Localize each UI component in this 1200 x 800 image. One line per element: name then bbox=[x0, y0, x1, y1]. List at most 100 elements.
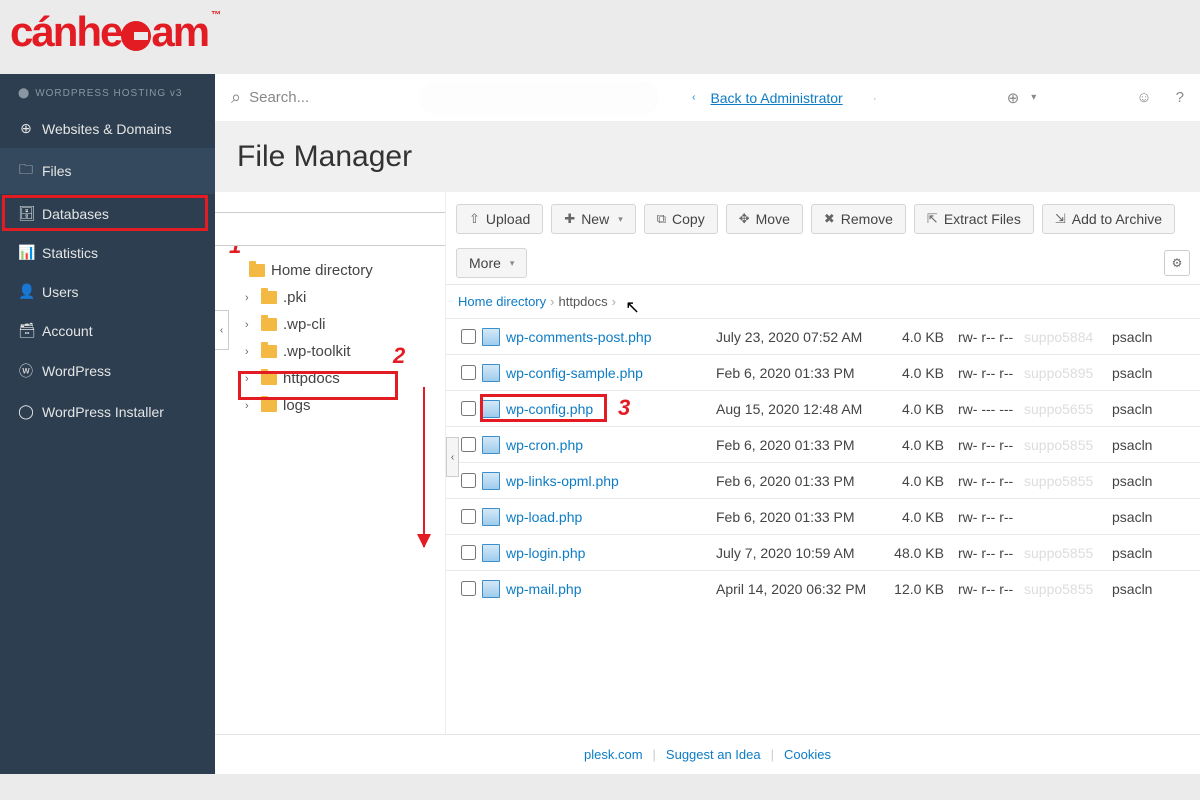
toolbar: ⇧Upload ✚New ⧉Copy ✥Move ✖Remove ⇱Extrac… bbox=[446, 192, 1200, 285]
row-checkbox[interactable] bbox=[461, 365, 476, 380]
file-size: 4.0 KB bbox=[886, 329, 944, 345]
file-date: Aug 15, 2020 12:48 AM bbox=[716, 401, 886, 417]
file-owner: suppo5895 bbox=[1024, 365, 1112, 381]
file-size: 4.0 KB bbox=[886, 509, 944, 525]
sidebar-item-label: Websites & Domains bbox=[42, 121, 172, 137]
annotation-label-2: 2 bbox=[393, 343, 405, 369]
global-search[interactable]: ⌕Search... bbox=[231, 87, 309, 108]
file-list: wp-comments-post.phpJuly 23, 2020 07:52 … bbox=[446, 318, 1200, 734]
folder-icon bbox=[261, 399, 277, 412]
filename-search[interactable] bbox=[215, 212, 445, 246]
footer-link-cookies[interactable]: Cookies bbox=[784, 747, 831, 762]
file-group: psacln bbox=[1112, 401, 1164, 417]
file-name[interactable]: wp-links-opml.php bbox=[506, 473, 716, 489]
row-checkbox[interactable] bbox=[461, 401, 476, 416]
row-checkbox[interactable] bbox=[461, 473, 476, 488]
sidebar-item-statistics[interactable]: 📊Statistics bbox=[0, 233, 215, 272]
settings-button[interactable]: ⚙ bbox=[1164, 250, 1190, 276]
file-name[interactable]: wp-config-sample.php bbox=[506, 365, 716, 381]
sidebar-item-users[interactable]: 👤Users bbox=[0, 272, 215, 311]
file-date: July 23, 2020 07:52 AM bbox=[716, 329, 886, 345]
row-checkbox[interactable] bbox=[461, 545, 476, 560]
file-name[interactable]: wp-cron.php bbox=[506, 437, 716, 453]
file-date: April 14, 2020 06:32 PM bbox=[716, 581, 886, 597]
file-date: July 7, 2020 10:59 AM bbox=[716, 545, 886, 561]
file-perm: rw- r-- r-- bbox=[944, 509, 1024, 525]
crumb-current: httpdocs bbox=[558, 294, 607, 309]
table-row: wp-cron.phpFeb 6, 2020 01:33 PM4.0 KBrw-… bbox=[446, 426, 1200, 462]
footer-link-plesk[interactable]: plesk.com bbox=[584, 747, 643, 762]
tree-item-wptoolkit[interactable]: ›.wp-toolkit bbox=[215, 338, 445, 365]
sidebar: ⬤WORDPRESS HOSTING v3 ⊕Websites & Domain… bbox=[0, 74, 215, 774]
tree-root[interactable]: ›Home directory bbox=[215, 257, 445, 284]
sidebar-item-websites[interactable]: ⊕Websites & Domains bbox=[0, 109, 215, 148]
row-checkbox[interactable] bbox=[461, 581, 476, 596]
file-icon bbox=[482, 580, 500, 598]
footer: plesk.com| Suggest an Idea| Cookies bbox=[215, 734, 1200, 774]
installer-icon: ◯ bbox=[18, 403, 34, 420]
tree-item-httpdocs[interactable]: ›httpdocs bbox=[215, 365, 445, 392]
file-icon bbox=[482, 436, 500, 454]
row-checkbox[interactable] bbox=[461, 437, 476, 452]
file-panel: ⇧Upload ✚New ⧉Copy ✥Move ✖Remove ⇱Extrac… bbox=[445, 192, 1200, 734]
row-checkbox[interactable] bbox=[461, 509, 476, 524]
file-owner: suppo5655 bbox=[1024, 401, 1112, 417]
tree-label: .wp-cli bbox=[283, 316, 326, 333]
sidebar-collapse[interactable]: ‹ bbox=[215, 310, 229, 350]
file-name[interactable]: wp-mail.php bbox=[506, 581, 716, 597]
sidebar-item-account[interactable]: 🗃Account bbox=[0, 311, 215, 350]
filename-search-input[interactable] bbox=[215, 212, 445, 246]
file-icon bbox=[482, 472, 500, 490]
copy-icon: ⧉ bbox=[657, 211, 666, 227]
file-name[interactable]: wp-config.php bbox=[506, 401, 716, 417]
extract-button[interactable]: ⇱Extract Files bbox=[914, 204, 1034, 234]
file-perm: rw- r-- r-- bbox=[944, 545, 1024, 561]
footer-link-suggest[interactable]: Suggest an Idea bbox=[666, 747, 761, 762]
file-name[interactable]: wp-load.php bbox=[506, 509, 716, 525]
remove-icon: ✖ bbox=[824, 211, 835, 227]
more-button[interactable]: More bbox=[456, 248, 527, 278]
folder-icon: 🗀 bbox=[18, 159, 34, 183]
sidebar-item-files[interactable]: 🗀Files bbox=[0, 148, 215, 194]
folder-icon bbox=[261, 345, 277, 358]
file-name[interactable]: wp-login.php bbox=[506, 545, 716, 561]
archive-button[interactable]: ⇲Add to Archive bbox=[1042, 204, 1175, 234]
file-size: 4.0 KB bbox=[886, 365, 944, 381]
topbar: ⌕Search... ‹ Back to Administrator · ⊕ ▾… bbox=[215, 74, 1200, 122]
file-owner: suppo5855 bbox=[1024, 545, 1112, 561]
chevron-left-icon: ‹ bbox=[692, 92, 695, 103]
extract-icon: ⇱ bbox=[927, 211, 938, 227]
search-icon: ⌕ bbox=[231, 87, 241, 108]
upload-button[interactable]: ⇧Upload bbox=[456, 204, 543, 234]
move-button[interactable]: ✥Move bbox=[726, 204, 803, 234]
back-link[interactable]: Back to Administrator bbox=[710, 90, 842, 106]
sidebar-title: ⬤WORDPRESS HOSTING v3 bbox=[0, 74, 215, 109]
sidebar-item-wp-installer[interactable]: ◯WordPress Installer bbox=[0, 392, 215, 431]
file-perm: rw- r-- r-- bbox=[944, 365, 1024, 381]
table-row: wp-load.phpFeb 6, 2020 01:33 PM4.0 KBrw-… bbox=[446, 498, 1200, 534]
folder-icon bbox=[261, 372, 277, 385]
file-owner: suppo5855 bbox=[1024, 581, 1112, 597]
remove-button[interactable]: ✖Remove bbox=[811, 204, 906, 234]
file-name[interactable]: wp-comments-post.php bbox=[506, 329, 716, 345]
file-owner: suppo5884 bbox=[1024, 329, 1112, 345]
table-row: wp-login.phpJuly 7, 2020 10:59 AM48.0 KB… bbox=[446, 534, 1200, 570]
user-circle-icon[interactable]: ☺ bbox=[1136, 89, 1151, 106]
crumb-home[interactable]: Home directory bbox=[458, 294, 546, 309]
new-button[interactable]: ✚New bbox=[551, 204, 635, 234]
file-size: 48.0 KB bbox=[886, 545, 944, 561]
copy-button[interactable]: ⧉Copy bbox=[644, 204, 718, 234]
panel-collapse[interactable]: ‹ bbox=[446, 437, 459, 477]
globe-icon[interactable]: ⊕ bbox=[1007, 89, 1020, 107]
help-icon[interactable]: ? bbox=[1176, 89, 1184, 106]
row-checkbox[interactable] bbox=[461, 329, 476, 344]
sidebar-item-wordpress[interactable]: ⓦWordPress bbox=[0, 350, 215, 392]
tree-item-wpcli[interactable]: ›.wp-cli bbox=[215, 311, 445, 338]
file-group: psacln bbox=[1112, 437, 1164, 453]
tree-item-logs[interactable]: ›logs bbox=[215, 392, 445, 419]
annotation-arrow bbox=[423, 387, 425, 547]
tree-label: logs bbox=[283, 397, 311, 414]
sidebar-item-databases[interactable]: 🗄Databases bbox=[0, 194, 215, 233]
tree-item-pki[interactable]: ›.pki bbox=[215, 284, 445, 311]
file-size: 4.0 KB bbox=[886, 473, 944, 489]
